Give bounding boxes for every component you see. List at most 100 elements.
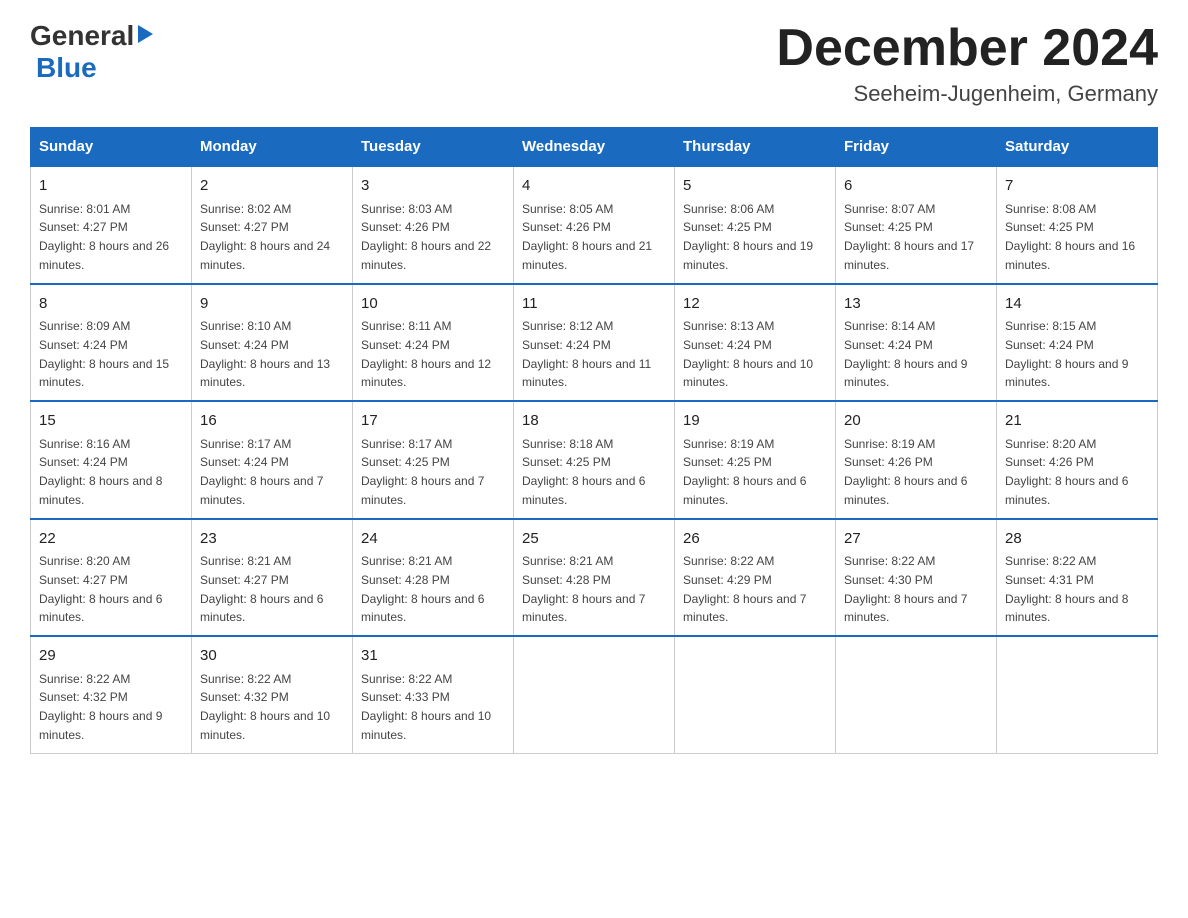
title-section: December 2024 Seeheim-Jugenheim, Germany — [776, 20, 1158, 107]
table-row — [836, 636, 997, 753]
day-info: Sunrise: 8:11 AMSunset: 4:24 PMDaylight:… — [361, 319, 491, 389]
table-row: 18 Sunrise: 8:18 AMSunset: 4:25 PMDaylig… — [514, 401, 675, 519]
day-number: 23 — [200, 528, 344, 551]
day-info: Sunrise: 8:21 AMSunset: 4:27 PMDaylight:… — [200, 554, 323, 624]
logo-text-general: General — [30, 20, 134, 52]
day-number: 9 — [200, 293, 344, 316]
day-info: Sunrise: 8:22 AMSunset: 4:32 PMDaylight:… — [200, 672, 330, 742]
logo-arrow-icon — [138, 25, 153, 43]
day-number: 15 — [39, 410, 183, 433]
day-info: Sunrise: 8:02 AMSunset: 4:27 PMDaylight:… — [200, 202, 330, 272]
col-sunday: Sunday — [31, 128, 192, 167]
day-number: 3 — [361, 175, 505, 198]
day-info: Sunrise: 8:10 AMSunset: 4:24 PMDaylight:… — [200, 319, 330, 389]
table-row: 25 Sunrise: 8:21 AMSunset: 4:28 PMDaylig… — [514, 519, 675, 637]
table-row: 30 Sunrise: 8:22 AMSunset: 4:32 PMDaylig… — [192, 636, 353, 753]
table-row: 29 Sunrise: 8:22 AMSunset: 4:32 PMDaylig… — [31, 636, 192, 753]
day-info: Sunrise: 8:21 AMSunset: 4:28 PMDaylight:… — [522, 554, 645, 624]
calendar-header-row: Sunday Monday Tuesday Wednesday Thursday… — [31, 128, 1158, 167]
calendar-week-row: 8 Sunrise: 8:09 AMSunset: 4:24 PMDayligh… — [31, 284, 1158, 402]
col-friday: Friday — [836, 128, 997, 167]
day-number: 17 — [361, 410, 505, 433]
day-info: Sunrise: 8:03 AMSunset: 4:26 PMDaylight:… — [361, 202, 491, 272]
table-row — [997, 636, 1158, 753]
table-row: 7 Sunrise: 8:08 AMSunset: 4:25 PMDayligh… — [997, 166, 1158, 284]
day-number: 27 — [844, 528, 988, 551]
day-info: Sunrise: 8:22 AMSunset: 4:31 PMDaylight:… — [1005, 554, 1128, 624]
table-row: 14 Sunrise: 8:15 AMSunset: 4:24 PMDaylig… — [997, 284, 1158, 402]
day-info: Sunrise: 8:22 AMSunset: 4:33 PMDaylight:… — [361, 672, 491, 742]
day-number: 29 — [39, 645, 183, 668]
table-row: 22 Sunrise: 8:20 AMSunset: 4:27 PMDaylig… — [31, 519, 192, 637]
table-row: 31 Sunrise: 8:22 AMSunset: 4:33 PMDaylig… — [353, 636, 514, 753]
table-row: 15 Sunrise: 8:16 AMSunset: 4:24 PMDaylig… — [31, 401, 192, 519]
day-number: 13 — [844, 293, 988, 316]
table-row: 6 Sunrise: 8:07 AMSunset: 4:25 PMDayligh… — [836, 166, 997, 284]
table-row: 10 Sunrise: 8:11 AMSunset: 4:24 PMDaylig… — [353, 284, 514, 402]
day-number: 7 — [1005, 175, 1149, 198]
day-info: Sunrise: 8:14 AMSunset: 4:24 PMDaylight:… — [844, 319, 967, 389]
page-header: General Blue December 2024 Seeheim-Jugen… — [30, 20, 1158, 107]
table-row: 3 Sunrise: 8:03 AMSunset: 4:26 PMDayligh… — [353, 166, 514, 284]
day-number: 1 — [39, 175, 183, 198]
day-number: 28 — [1005, 528, 1149, 551]
table-row: 24 Sunrise: 8:21 AMSunset: 4:28 PMDaylig… — [353, 519, 514, 637]
calendar-week-row: 1 Sunrise: 8:01 AMSunset: 4:27 PMDayligh… — [31, 166, 1158, 284]
logo-text-blue: Blue — [36, 52, 97, 84]
day-info: Sunrise: 8:20 AMSunset: 4:26 PMDaylight:… — [1005, 437, 1128, 507]
day-number: 24 — [361, 528, 505, 551]
day-info: Sunrise: 8:13 AMSunset: 4:24 PMDaylight:… — [683, 319, 813, 389]
day-info: Sunrise: 8:22 AMSunset: 4:29 PMDaylight:… — [683, 554, 806, 624]
table-row: 23 Sunrise: 8:21 AMSunset: 4:27 PMDaylig… — [192, 519, 353, 637]
day-number: 12 — [683, 293, 827, 316]
day-info: Sunrise: 8:17 AMSunset: 4:25 PMDaylight:… — [361, 437, 484, 507]
day-number: 11 — [522, 293, 666, 316]
day-info: Sunrise: 8:19 AMSunset: 4:25 PMDaylight:… — [683, 437, 806, 507]
table-row: 27 Sunrise: 8:22 AMSunset: 4:30 PMDaylig… — [836, 519, 997, 637]
calendar-week-row: 29 Sunrise: 8:22 AMSunset: 4:32 PMDaylig… — [31, 636, 1158, 753]
day-info: Sunrise: 8:21 AMSunset: 4:28 PMDaylight:… — [361, 554, 484, 624]
day-info: Sunrise: 8:15 AMSunset: 4:24 PMDaylight:… — [1005, 319, 1128, 389]
day-info: Sunrise: 8:22 AMSunset: 4:30 PMDaylight:… — [844, 554, 967, 624]
calendar-title: December 2024 — [776, 20, 1158, 77]
col-monday: Monday — [192, 128, 353, 167]
day-number: 26 — [683, 528, 827, 551]
calendar-table: Sunday Monday Tuesday Wednesday Thursday… — [30, 127, 1158, 754]
calendar-week-row: 15 Sunrise: 8:16 AMSunset: 4:24 PMDaylig… — [31, 401, 1158, 519]
day-info: Sunrise: 8:19 AMSunset: 4:26 PMDaylight:… — [844, 437, 967, 507]
day-info: Sunrise: 8:07 AMSunset: 4:25 PMDaylight:… — [844, 202, 974, 272]
table-row: 16 Sunrise: 8:17 AMSunset: 4:24 PMDaylig… — [192, 401, 353, 519]
day-info: Sunrise: 8:17 AMSunset: 4:24 PMDaylight:… — [200, 437, 323, 507]
calendar-subtitle: Seeheim-Jugenheim, Germany — [776, 81, 1158, 107]
day-number: 20 — [844, 410, 988, 433]
day-info: Sunrise: 8:09 AMSunset: 4:24 PMDaylight:… — [39, 319, 169, 389]
day-number: 31 — [361, 645, 505, 668]
col-thursday: Thursday — [675, 128, 836, 167]
day-info: Sunrise: 8:16 AMSunset: 4:24 PMDaylight:… — [39, 437, 162, 507]
day-number: 10 — [361, 293, 505, 316]
table-row: 28 Sunrise: 8:22 AMSunset: 4:31 PMDaylig… — [997, 519, 1158, 637]
calendar-week-row: 22 Sunrise: 8:20 AMSunset: 4:27 PMDaylig… — [31, 519, 1158, 637]
day-number: 30 — [200, 645, 344, 668]
table-row: 19 Sunrise: 8:19 AMSunset: 4:25 PMDaylig… — [675, 401, 836, 519]
table-row: 11 Sunrise: 8:12 AMSunset: 4:24 PMDaylig… — [514, 284, 675, 402]
col-saturday: Saturday — [997, 128, 1158, 167]
day-number: 21 — [1005, 410, 1149, 433]
table-row — [514, 636, 675, 753]
day-info: Sunrise: 8:06 AMSunset: 4:25 PMDaylight:… — [683, 202, 813, 272]
day-number: 14 — [1005, 293, 1149, 316]
table-row: 4 Sunrise: 8:05 AMSunset: 4:26 PMDayligh… — [514, 166, 675, 284]
day-number: 25 — [522, 528, 666, 551]
table-row: 2 Sunrise: 8:02 AMSunset: 4:27 PMDayligh… — [192, 166, 353, 284]
table-row: 13 Sunrise: 8:14 AMSunset: 4:24 PMDaylig… — [836, 284, 997, 402]
day-info: Sunrise: 8:05 AMSunset: 4:26 PMDaylight:… — [522, 202, 652, 272]
day-number: 6 — [844, 175, 988, 198]
table-row: 5 Sunrise: 8:06 AMSunset: 4:25 PMDayligh… — [675, 166, 836, 284]
day-number: 8 — [39, 293, 183, 316]
day-number: 19 — [683, 410, 827, 433]
day-number: 4 — [522, 175, 666, 198]
day-info: Sunrise: 8:22 AMSunset: 4:32 PMDaylight:… — [39, 672, 162, 742]
day-number: 22 — [39, 528, 183, 551]
day-info: Sunrise: 8:08 AMSunset: 4:25 PMDaylight:… — [1005, 202, 1135, 272]
day-number: 2 — [200, 175, 344, 198]
